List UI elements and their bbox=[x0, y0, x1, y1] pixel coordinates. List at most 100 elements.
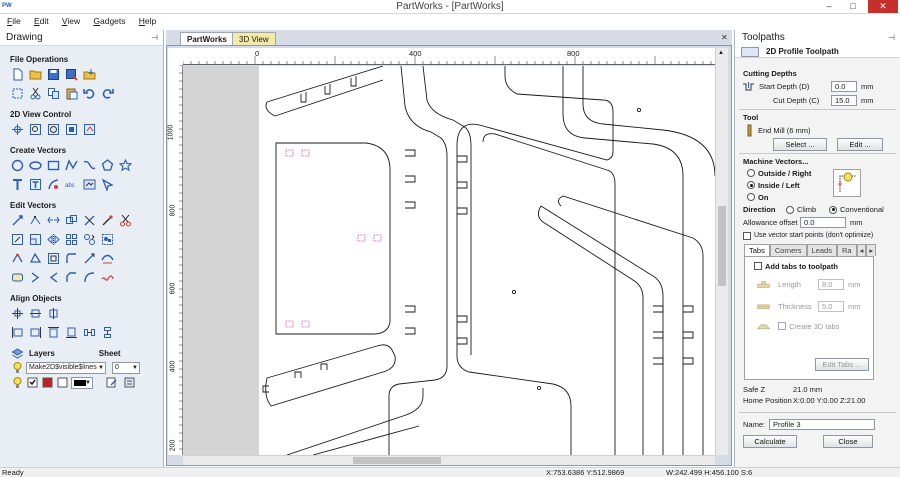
vertical-scrollbar[interactable]: ▲ bbox=[715, 48, 728, 455]
horizontal-scrollbar[interactable] bbox=[183, 455, 715, 465]
on-row[interactable]: On bbox=[735, 191, 900, 203]
layer-color-select[interactable]: ▼ bbox=[71, 376, 93, 389]
align-right-icon[interactable] bbox=[29, 326, 42, 339]
new-file-icon[interactable] bbox=[11, 68, 24, 81]
tab-thickness-input[interactable]: 5.0 bbox=[818, 300, 844, 312]
start-depth-input[interactable]: 0.0 bbox=[831, 80, 857, 92]
add-tabs-checkbox[interactable] bbox=[754, 262, 762, 270]
array-copy-icon[interactable] bbox=[65, 233, 78, 246]
create-3d-tabs-checkbox[interactable] bbox=[778, 322, 786, 330]
trace-bitmap-icon[interactable] bbox=[47, 178, 60, 191]
transform-icon[interactable] bbox=[11, 214, 24, 227]
vertical-scroll-thumb[interactable] bbox=[718, 206, 726, 286]
layer-color-icon[interactable] bbox=[41, 376, 54, 389]
menu-view[interactable]: View bbox=[58, 14, 84, 29]
polygon-icon[interactable] bbox=[101, 159, 114, 172]
climb-radio[interactable] bbox=[786, 205, 794, 214]
redo-icon[interactable] bbox=[101, 87, 114, 100]
copy-icon[interactable] bbox=[47, 87, 60, 100]
close-button[interactable]: Close bbox=[823, 435, 873, 448]
tab-scroll-left-icon[interactable]: ◂ bbox=[856, 244, 867, 256]
align-center-icon[interactable] bbox=[11, 307, 24, 320]
import-icon[interactable] bbox=[83, 68, 96, 81]
sheet-select[interactable]: 0 ▼ bbox=[112, 361, 140, 374]
scale-icon[interactable] bbox=[29, 233, 42, 246]
select-all-icon[interactable] bbox=[11, 87, 24, 100]
tab-scroll-right-icon[interactable]: ▸ bbox=[866, 244, 877, 256]
edit-tool-button[interactable]: Edit ... bbox=[837, 137, 883, 151]
view-3d-icon[interactable] bbox=[83, 123, 96, 136]
space-vertical-icon[interactable] bbox=[101, 326, 114, 339]
on-radio[interactable] bbox=[747, 193, 755, 201]
layer-visible-icon[interactable] bbox=[11, 376, 24, 389]
outside-corner-icon[interactable] bbox=[47, 271, 60, 284]
cut-icon[interactable] bbox=[29, 87, 42, 100]
inside-left-row[interactable]: Inside / Left bbox=[735, 179, 900, 191]
mirror-icon[interactable] bbox=[47, 214, 60, 227]
pin-icon[interactable]: ⊣ bbox=[151, 30, 158, 46]
weld-icon[interactable] bbox=[65, 214, 78, 227]
close-vector-icon[interactable] bbox=[29, 252, 42, 265]
menu-edit[interactable]: Edit bbox=[30, 14, 53, 29]
extend-icon[interactable] bbox=[83, 252, 96, 265]
dimension-icon[interactable] bbox=[83, 178, 96, 191]
align-horizontal-center-icon[interactable] bbox=[29, 307, 42, 320]
tab-tabs[interactable]: Tabs bbox=[744, 244, 770, 256]
inside-corner-icon[interactable] bbox=[29, 271, 42, 284]
outside-right-radio[interactable] bbox=[747, 169, 755, 177]
chamfer-icon[interactable] bbox=[65, 271, 78, 284]
cut-depth-input[interactable]: 15.0 bbox=[831, 94, 857, 106]
polyline-icon[interactable] bbox=[65, 159, 78, 172]
dogbone-icon[interactable] bbox=[11, 271, 24, 284]
smooth-icon[interactable] bbox=[101, 252, 114, 265]
edit-tabs-button[interactable]: Edit Tabs ... bbox=[815, 358, 869, 371]
outside-right-row[interactable]: Outside / Right bbox=[735, 167, 900, 179]
close-window-button[interactable]: ✕ bbox=[868, 0, 898, 13]
allowance-input[interactable]: 0.0 bbox=[800, 217, 846, 228]
align-vertical-center-icon[interactable] bbox=[47, 307, 60, 320]
vector-drawing[interactable] bbox=[183, 66, 715, 455]
menu-gadgets[interactable]: Gadgets bbox=[89, 14, 129, 29]
arc-corner-icon[interactable] bbox=[83, 271, 96, 284]
close-document-icon[interactable]: ✕ bbox=[721, 33, 728, 42]
open-folder-icon[interactable] bbox=[29, 68, 42, 81]
text-icon[interactable] bbox=[11, 178, 24, 191]
inside-left-radio[interactable] bbox=[747, 181, 755, 189]
tab-leads[interactable]: Leads bbox=[806, 244, 837, 256]
scissors-icon[interactable] bbox=[119, 214, 132, 227]
layer-empty-icon[interactable] bbox=[56, 376, 69, 389]
undo-icon[interactable] bbox=[83, 87, 96, 100]
trim-icon[interactable] bbox=[101, 214, 114, 227]
align-bottom-icon[interactable] bbox=[65, 326, 78, 339]
flip-icon[interactable] bbox=[47, 233, 60, 246]
drawing-canvas[interactable] bbox=[183, 66, 715, 455]
create-3d-tabs-row[interactable]: Create 3D tabs bbox=[745, 317, 873, 335]
maximize-button[interactable]: □ bbox=[842, 0, 864, 13]
menu-help[interactable]: Help bbox=[135, 14, 160, 29]
circle-icon[interactable] bbox=[11, 159, 24, 172]
vector-start-checkbox[interactable] bbox=[743, 231, 751, 240]
save-as-icon[interactable] bbox=[65, 68, 78, 81]
minimize-button[interactable]: – bbox=[818, 0, 840, 13]
toolpaths-pin-icon[interactable]: ⊣ bbox=[888, 30, 895, 46]
space-horizontal-icon[interactable] bbox=[83, 326, 96, 339]
join-vectors-icon[interactable] bbox=[11, 252, 24, 265]
paste-icon[interactable] bbox=[65, 87, 78, 100]
save-icon[interactable] bbox=[47, 68, 60, 81]
scroll-up-icon[interactable]: ▲ bbox=[718, 50, 724, 56]
nesting-icon[interactable] bbox=[83, 233, 96, 246]
subtract-icon[interactable] bbox=[83, 214, 96, 227]
auto-layout-text-icon[interactable]: abc bbox=[65, 178, 78, 191]
move-icon[interactable] bbox=[11, 233, 24, 246]
calculate-button[interactable]: Calculate bbox=[743, 435, 797, 448]
tab-ramps[interactable]: Ra bbox=[836, 244, 857, 256]
menu-file[interactable]: File bbox=[3, 14, 25, 29]
ellipse-icon[interactable] bbox=[29, 159, 42, 172]
layer-select[interactable]: Make2D$visible$lines ▼ bbox=[26, 361, 106, 374]
node-edit-icon[interactable] bbox=[29, 214, 42, 227]
arrow-icon[interactable] bbox=[101, 178, 114, 191]
star-icon[interactable] bbox=[119, 159, 132, 172]
tab-partworks[interactable]: PartWorks bbox=[180, 32, 234, 45]
text-on-curve-icon[interactable] bbox=[29, 178, 42, 191]
layer-lock-icon[interactable] bbox=[26, 376, 39, 389]
